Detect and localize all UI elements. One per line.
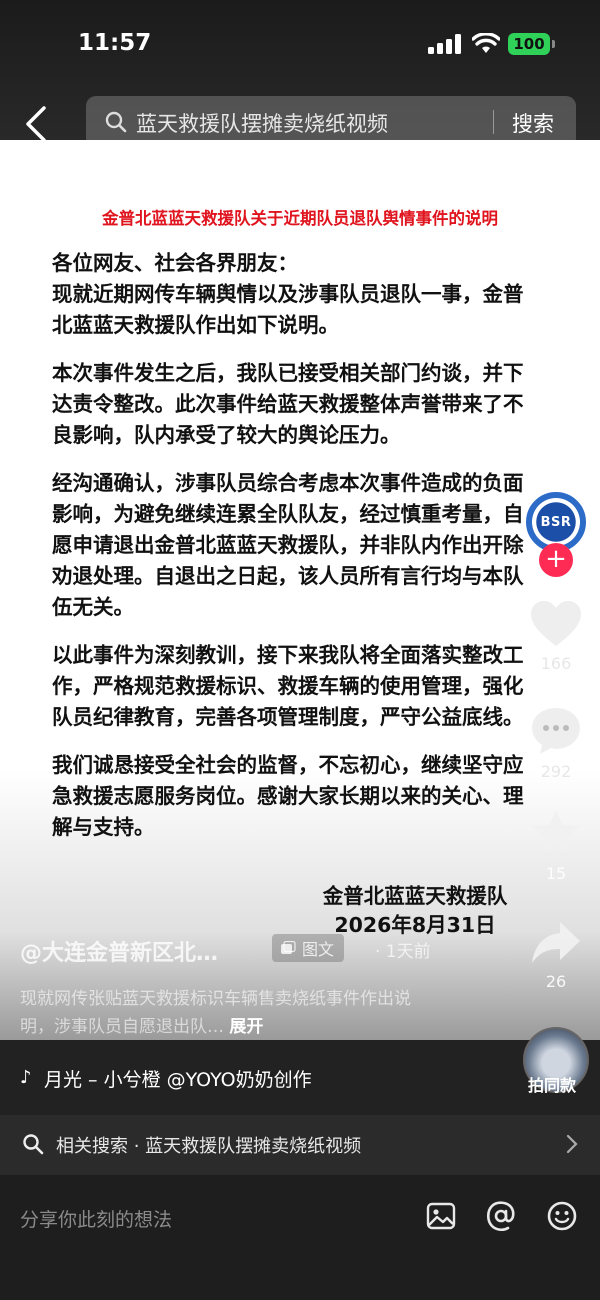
author-name[interactable]: @大连金普新区北… xyxy=(20,935,218,967)
document-title: 金普北蓝蓝天救援队关于近期队员退队舆情事件的说明 xyxy=(102,209,498,228)
battery-level: 100 xyxy=(513,35,545,53)
document-paragraph: 各位网友、社会各界朋友： 现就近期网传车辆舆情以及涉事队员退队一事，金普北蓝蓝天… xyxy=(52,251,524,337)
chevron-right-icon xyxy=(566,1134,578,1154)
post-description: 现就网传张贴蓝天救援标识车辆售卖烧纸事件作出说明，涉事队员自愿退出队… 展开 xyxy=(20,985,440,1041)
search-divider xyxy=(493,110,494,134)
search-icon xyxy=(23,1134,44,1155)
comment-count: 292 xyxy=(540,762,572,781)
expand-link[interactable]: 展开 xyxy=(229,1017,263,1037)
battery-cap xyxy=(552,40,555,48)
post-description-text: 现就网传张贴蓝天救援标识车辆售卖烧纸事件作出说明，涉事队员自愿退出队… xyxy=(20,989,411,1037)
post-time: · 1天前 xyxy=(375,942,431,962)
wifi-icon xyxy=(472,33,500,53)
document-paragraph: 我们诚恳接受全社会的监督，不忘初心，继续坚守应急救援志愿服务岗位。感谢大家长期以… xyxy=(52,753,524,839)
image-post-icon xyxy=(281,941,296,954)
heart-icon xyxy=(531,601,581,646)
like-count: 166 xyxy=(540,654,572,673)
post-image-document[interactable]: 金普北蓝蓝天救援队关于近期队员退队舆情事件的说明 各位网友、社会各界朋友： 现就… xyxy=(0,140,600,1040)
document-signature: 金普北蓝蓝天救援队 xyxy=(322,884,508,908)
related-search-bar[interactable]: 相关搜索 · 蓝天救援队摆摊卖烧纸视频 xyxy=(0,1115,600,1175)
post-type-badge: 图文 xyxy=(272,934,345,962)
post-type-label: 图文 xyxy=(302,940,335,959)
share-icon xyxy=(532,922,580,963)
make-same-button[interactable]: 拍同款 xyxy=(528,1072,576,1096)
comment-bar: 分享你此刻的想法 xyxy=(0,1175,600,1300)
follow-button[interactable]: + xyxy=(539,543,573,577)
comment-icon xyxy=(532,708,580,754)
signal-icon xyxy=(428,34,461,54)
avatar-logo-text: BSR xyxy=(540,514,572,530)
at-icon[interactable] xyxy=(485,1200,517,1232)
emoji-icon[interactable] xyxy=(546,1200,578,1232)
document-paragraph: 经沟通确认，涉事队员综合考虑本次事件造成的负面影响，为避免继续连累全队队友，经过… xyxy=(52,471,524,619)
status-bar: 11:57 100 xyxy=(0,0,600,90)
comment-button[interactable]: 292 xyxy=(520,706,592,781)
document-signature-block: 金普北蓝蓝天救援队 2026年8月31日 xyxy=(300,882,530,940)
related-search-text[interactable]: 相关搜索 · 蓝天救援队摆摊卖烧纸视频 xyxy=(56,1132,361,1158)
like-button[interactable]: 166 xyxy=(520,600,592,673)
image-icon[interactable] xyxy=(425,1200,457,1232)
search-input[interactable]: 蓝天救援队摆摊卖烧纸视频 xyxy=(136,108,388,138)
favorite-count: 15 xyxy=(545,864,567,883)
favorite-button[interactable]: 15 xyxy=(520,808,592,883)
music-title[interactable]: 月光 – 小兮橙 @YOYO奶奶创作 xyxy=(44,1065,312,1092)
music-note-icon: ♪ xyxy=(20,1067,32,1088)
battery-icon: 100 xyxy=(508,33,550,55)
search-button[interactable]: 搜索 xyxy=(512,108,554,138)
back-icon[interactable] xyxy=(20,104,54,144)
document-body: 各位网友、社会各界朋友： 现就近期网传车辆舆情以及涉事队员退队一事，金普北蓝蓝天… xyxy=(52,248,532,860)
document-paragraph: 本次事件发生之后，我队已接受相关部门约谈，并下达责令整改。此次事件给蓝天救援整体… xyxy=(52,361,524,447)
music-bar[interactable]: ♪ 月光 – 小兮橙 @YOYO奶奶创作 xyxy=(0,1040,600,1115)
search-icon xyxy=(105,111,127,133)
share-button[interactable]: 26 xyxy=(520,920,592,991)
status-time: 11:57 xyxy=(78,30,152,56)
share-count: 26 xyxy=(545,972,567,991)
star-icon xyxy=(533,810,579,854)
comment-input[interactable]: 分享你此刻的想法 xyxy=(20,1205,172,1232)
document-paragraph: 以此事件为深刻教训，接下来我队将全面落实整改工作，严格规范救援标识、救援车辆的使… xyxy=(52,643,524,729)
